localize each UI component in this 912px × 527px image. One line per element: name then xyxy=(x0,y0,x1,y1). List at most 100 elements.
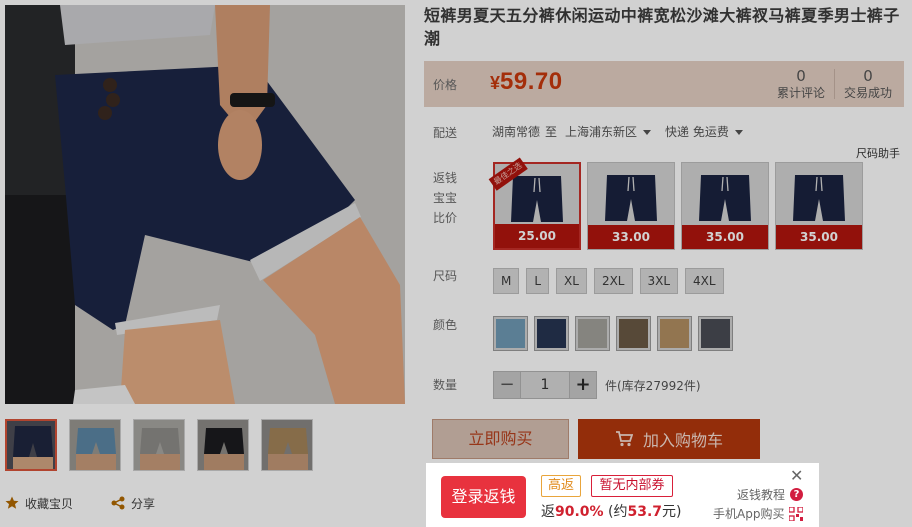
shipping-destination-select[interactable]: 上海浦东新区 xyxy=(565,123,657,140)
size-option-4xl[interactable]: 4XL xyxy=(685,268,724,294)
price-amount: 59.70 xyxy=(500,68,563,95)
add-to-cart-button[interactable]: 加入购物车 xyxy=(578,419,760,459)
main-product-image[interactable] xyxy=(5,5,405,404)
color-swatch-1-fill xyxy=(496,319,525,348)
size-option-l[interactable]: L xyxy=(526,268,550,294)
rebate-option-4-image xyxy=(776,163,862,225)
mobile-app-buy-link[interactable]: 手机App购买 xyxy=(713,505,804,522)
color-swatch-3[interactable] xyxy=(575,316,610,351)
shipping-row: 湖南常德 至 上海浦东新区 快递 免运费 xyxy=(492,123,749,140)
quantity-increase-button[interactable]: + xyxy=(569,371,597,399)
rebate-option-4[interactable]: 35.00 xyxy=(775,162,863,250)
thumbnail-4-image xyxy=(198,420,248,470)
rebate-compare-label-line-3: 比价 xyxy=(433,211,458,225)
size-option-xl[interactable]: XL xyxy=(556,268,587,294)
thumbnail-1[interactable] xyxy=(5,419,57,471)
color-swatch-2[interactable] xyxy=(534,316,569,351)
thumbnail-3[interactable] xyxy=(133,419,185,471)
sales-stat: 0 交易成功 xyxy=(835,67,901,101)
favorite-label: 收藏宝贝 xyxy=(25,496,74,511)
buy-now-button[interactable]: 立即购买 xyxy=(432,419,569,459)
thumbnail-5-image xyxy=(262,420,312,470)
quantity-input[interactable]: 1 xyxy=(521,371,569,399)
cart-icon xyxy=(615,431,633,447)
rebate-option-2-price: 33.00 xyxy=(588,225,674,249)
thumbnail-strip xyxy=(5,419,313,471)
star-icon xyxy=(5,496,19,509)
favorite-button[interactable]: 收藏宝贝 xyxy=(5,495,73,512)
rebate-tutorial-link[interactable]: 返钱教程 ? xyxy=(737,486,804,503)
size-helper-link[interactable]: 尺码助手 xyxy=(856,145,900,161)
color-swatch-5[interactable] xyxy=(657,316,692,351)
thumbnail-4[interactable] xyxy=(197,419,249,471)
chevron-down-icon xyxy=(643,130,652,135)
quantity-stepper: − 1 + 件(库存27992件) xyxy=(493,371,701,399)
color-options xyxy=(493,316,733,351)
size-options: M L XL 2XL 3XL 4XL xyxy=(493,268,724,294)
favorite-share-bar: 收藏宝贝 分享 xyxy=(5,494,155,512)
rebate-option-1-price: 25.00 xyxy=(495,224,579,248)
rebate-compare-label-line-2: 宝宝 xyxy=(433,191,458,205)
share-icon xyxy=(111,496,125,510)
rebate-compare-list: 最佳之选 25.00 33.00 35.00 35.00 xyxy=(488,157,863,250)
approx-suffix: 元) xyxy=(662,504,682,520)
color-swatch-3-fill xyxy=(578,319,607,348)
reviews-stat[interactable]: 0 累计评论 xyxy=(768,67,834,101)
price-value: ¥59.70 xyxy=(490,68,563,96)
shipping-label: 配送 xyxy=(433,126,458,140)
color-swatch-6[interactable] xyxy=(698,316,733,351)
thumbnail-2[interactable] xyxy=(69,419,121,471)
color-swatch-1[interactable] xyxy=(493,316,528,351)
size-option-2xl[interactable]: 2XL xyxy=(593,268,633,294)
sales-label: 交易成功 xyxy=(843,86,892,100)
rebate-option-4-price: 35.00 xyxy=(776,225,862,249)
login-rebate-button[interactable]: 登录返钱 xyxy=(441,476,526,518)
thumbnail-5[interactable] xyxy=(261,419,313,471)
add-to-cart-label: 加入购物车 xyxy=(642,431,723,450)
help-icon: ? xyxy=(790,488,804,501)
rebate-option-2-image xyxy=(588,163,674,225)
qr-code-icon xyxy=(789,506,804,521)
size-label: 尺码 xyxy=(433,269,458,283)
quantity-label: 数量 xyxy=(433,378,458,392)
main-product-photo xyxy=(5,5,405,404)
shipping-method-select[interactable]: 快递 免运费 xyxy=(665,123,749,140)
rebate-prefix: 返 xyxy=(541,504,555,520)
share-button[interactable]: 分享 xyxy=(111,495,155,512)
size-option-3xl[interactable]: 3XL xyxy=(639,268,679,294)
thumbnail-3-image xyxy=(134,420,184,470)
mobile-label: 手机App购买 xyxy=(713,507,785,521)
shipping-destination: 上海浦东新区 xyxy=(565,125,638,139)
rebate-option-3-price: 35.00 xyxy=(682,225,768,249)
coupon-status-badge: 暂无内部券 xyxy=(591,475,673,497)
tutorial-label: 返钱教程 xyxy=(737,488,786,502)
color-swatch-4[interactable] xyxy=(616,316,651,351)
high-rebate-badge: 高返 xyxy=(541,475,581,497)
color-label: 颜色 xyxy=(433,318,458,332)
close-icon[interactable]: ✕ xyxy=(790,468,803,484)
rebate-option-3[interactable]: 35.00 xyxy=(681,162,769,250)
product-title: 短裤男夏天五分裤休闲运动中裤宽松沙滩大裤衩马裤夏季男士裤子潮 xyxy=(424,6,900,48)
approx-amount: 53.7 xyxy=(627,504,663,520)
rebate-summary: 返90.0% (约53.7元) xyxy=(541,501,682,521)
price-panel: 价格 ¥59.70 0 累计评论 0 交易成功 xyxy=(424,61,904,107)
shipping-from: 湖南常德 xyxy=(492,125,541,139)
thumbnail-1-image xyxy=(7,421,55,469)
stock-info: 件(库存27992件) xyxy=(605,378,701,393)
rebate-percent: 90.0% xyxy=(555,504,604,520)
shipping-method: 快递 xyxy=(665,125,690,139)
share-label: 分享 xyxy=(131,496,156,511)
thumbnail-2-image xyxy=(70,420,120,470)
approx-prefix: (约 xyxy=(608,504,628,520)
reviews-label: 累计评论 xyxy=(776,86,825,100)
rebate-option-2[interactable]: 33.00 xyxy=(587,162,675,250)
color-swatch-6-fill xyxy=(701,319,730,348)
rebate-popup: 登录返钱 高返 暂无内部券 返90.0% (约53.7元) ✕ 返钱教程 ? 手… xyxy=(426,463,819,527)
shipping-fee: 免运费 xyxy=(692,125,729,139)
price-label: 价格 xyxy=(433,78,458,92)
rebate-option-1[interactable]: 最佳之选 25.00 xyxy=(488,157,581,250)
size-option-m[interactable]: M xyxy=(493,268,520,294)
rebate-option-3-image xyxy=(682,163,768,225)
quantity-decrease-button[interactable]: − xyxy=(493,371,521,399)
chevron-down-icon xyxy=(734,130,743,135)
